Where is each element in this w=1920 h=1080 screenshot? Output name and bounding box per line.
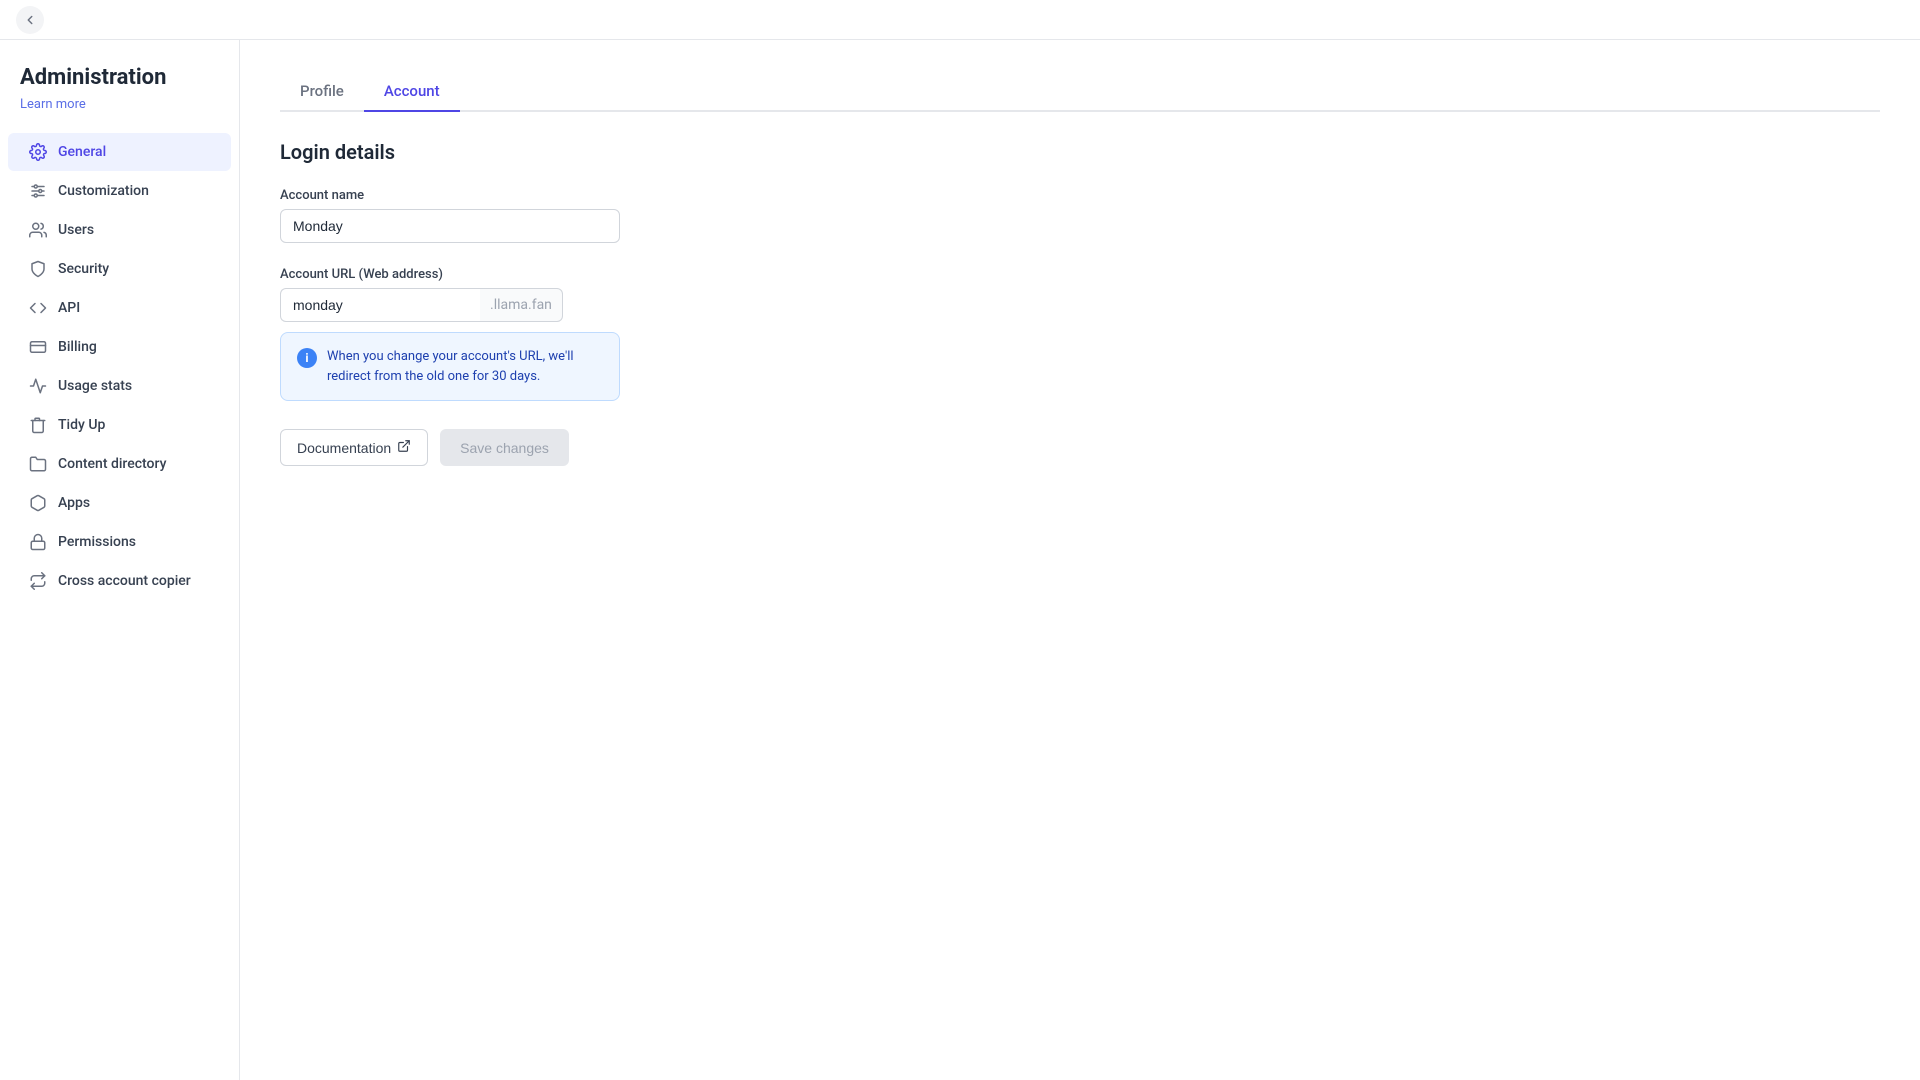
tidy-icon: [28, 415, 48, 435]
action-buttons: Documentation Save changes: [280, 429, 1880, 466]
copy-icon: [28, 571, 48, 591]
top-bar: [0, 0, 1920, 40]
apps-icon: [28, 493, 48, 513]
documentation-button[interactable]: Documentation: [280, 429, 428, 466]
info-text: When you change your account's URL, we'l…: [327, 347, 603, 386]
sidebar-item-api[interactable]: API: [8, 289, 231, 327]
account-name-input[interactable]: [280, 209, 620, 243]
sidebar: Administration Learn more General: [0, 40, 240, 1080]
sliders-icon: [28, 181, 48, 201]
sidebar-item-users[interactable]: Users: [8, 211, 231, 249]
users-icon: [28, 220, 48, 240]
sidebar-item-label: Tidy Up: [58, 417, 105, 433]
learn-more-link[interactable]: Learn more: [20, 97, 86, 112]
sidebar-item-security[interactable]: Security: [8, 250, 231, 288]
sidebar-nav: General Customization: [0, 133, 239, 600]
account-url-input[interactable]: [280, 288, 480, 322]
account-url-label: Account URL (Web address): [280, 267, 1880, 282]
api-icon: [28, 298, 48, 318]
sidebar-item-apps[interactable]: Apps: [8, 484, 231, 522]
sidebar-title: Administration: [20, 64, 219, 93]
url-input-group: .llama.fan: [280, 288, 1880, 322]
external-link-icon: [397, 439, 411, 456]
sidebar-item-usage-stats[interactable]: Usage stats: [8, 367, 231, 405]
tabs: Profile Account: [280, 72, 1880, 112]
sidebar-item-label: Security: [58, 261, 109, 277]
sidebar-item-label: General: [58, 144, 106, 160]
info-icon: i: [297, 348, 317, 368]
billing-icon: [28, 337, 48, 357]
lock-icon: [28, 532, 48, 552]
info-box: i When you change your account's URL, we…: [280, 332, 620, 401]
gear-icon: [28, 142, 48, 162]
sidebar-item-label: Billing: [58, 339, 97, 355]
sidebar-item-customization[interactable]: Customization: [8, 172, 231, 210]
sidebar-item-label: Usage stats: [58, 378, 132, 394]
account-name-group: Account name: [280, 188, 1880, 243]
sidebar-item-tidy-up[interactable]: Tidy Up: [8, 406, 231, 444]
tab-profile[interactable]: Profile: [280, 72, 364, 112]
sidebar-header: Administration Learn more: [0, 64, 239, 132]
tab-account[interactable]: Account: [364, 72, 460, 112]
sidebar-item-label: Cross account copier: [58, 573, 191, 589]
sidebar-item-cross-account-copier[interactable]: Cross account copier: [8, 562, 231, 600]
sidebar-item-general[interactable]: General: [8, 133, 231, 171]
sidebar-item-label: API: [58, 300, 80, 316]
account-name-label: Account name: [280, 188, 1880, 203]
sidebar-item-permissions[interactable]: Permissions: [8, 523, 231, 561]
sidebar-item-billing[interactable]: Billing: [8, 328, 231, 366]
sidebar-item-content-directory[interactable]: Content directory: [8, 445, 231, 483]
sidebar-item-label: Users: [58, 222, 94, 238]
documentation-label: Documentation: [297, 440, 391, 456]
save-changes-button[interactable]: Save changes: [440, 429, 569, 466]
shield-icon: [28, 259, 48, 279]
sidebar-item-label: Permissions: [58, 534, 136, 550]
sidebar-item-label: Customization: [58, 183, 149, 199]
url-suffix: .llama.fan: [480, 288, 563, 322]
account-url-group: Account URL (Web address) .llama.fan i W…: [280, 267, 1880, 401]
directory-icon: [28, 454, 48, 474]
section-title: Login details: [280, 140, 1880, 164]
back-button[interactable]: [16, 6, 44, 34]
chart-icon: [28, 376, 48, 396]
content-area: Profile Account Login details Account na…: [240, 40, 1920, 1080]
sidebar-item-label: Apps: [58, 495, 90, 511]
sidebar-item-label: Content directory: [58, 456, 166, 472]
main-layout: Administration Learn more General: [0, 40, 1920, 1080]
